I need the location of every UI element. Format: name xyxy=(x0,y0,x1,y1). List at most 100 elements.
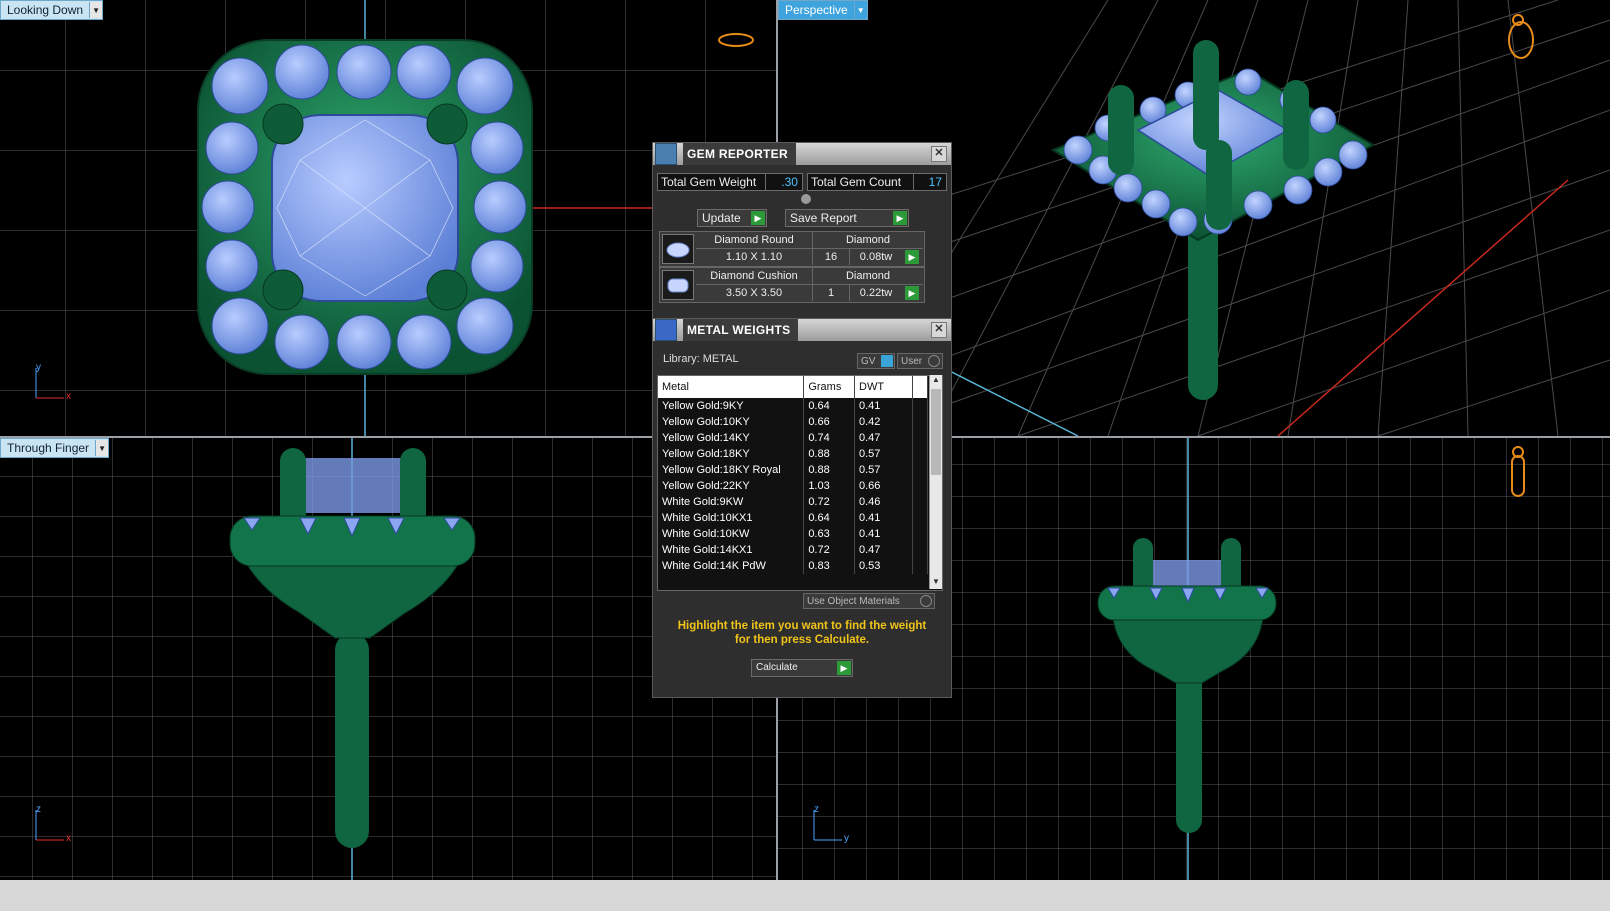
round-gem-icon xyxy=(662,234,694,264)
close-icon[interactable]: ✕ xyxy=(931,322,947,338)
use-object-materials-toggle[interactable]: Use Object Materials xyxy=(803,593,935,609)
toggle-off-icon xyxy=(920,595,932,607)
gem-row[interactable]: Diamond Round Diamond 1.10 X 1.10 16 0.0… xyxy=(659,231,925,267)
cell-dwt: 0.57 xyxy=(854,446,914,462)
cell-grams: 0.72 xyxy=(803,542,855,558)
user-toggle[interactable]: User xyxy=(897,353,943,369)
scroll-down-icon[interactable]: ▼ xyxy=(930,577,942,589)
table-row[interactable]: Yellow Gold:18KY 0.88 0.57 xyxy=(658,446,928,462)
gv-toggle-label: GV xyxy=(861,355,876,367)
cell-spacer xyxy=(912,478,928,494)
cell-metal: Yellow Gold:9KY xyxy=(658,398,805,414)
column-header-dwt[interactable]: DWT xyxy=(854,376,914,398)
play-arrow-icon: ▶ xyxy=(893,211,907,225)
table-row[interactable]: Yellow Gold:9KY 0.64 0.41 xyxy=(658,398,928,414)
table-row[interactable]: White Gold:9KW 0.72 0.46 xyxy=(658,494,928,510)
cell-grams: 0.88 xyxy=(803,462,855,478)
cell-grams: 0.88 xyxy=(803,446,855,462)
viewport-label-looking-down[interactable]: Looking Down ▼ xyxy=(0,0,104,20)
cell-metal: White Gold:10KX1 xyxy=(658,510,805,526)
total-gem-weight-field: Total Gem Weight .30 xyxy=(657,173,803,191)
table-row[interactable]: Yellow Gold:22KY 1.03 0.66 xyxy=(658,478,928,494)
axis-y-label: y xyxy=(844,833,849,844)
cell-metal: Yellow Gold:22KY xyxy=(658,478,805,494)
cushion-gem-icon xyxy=(662,270,694,300)
viewport-label-perspective[interactable]: Perspective ▼ xyxy=(778,0,868,20)
metal-table-wrap: Metal Grams DWT Yellow Gold:9KY 0.64 0.41 Y… xyxy=(657,375,943,591)
chevron-down-icon[interactable]: ▼ xyxy=(853,2,867,18)
column-header-metal[interactable]: Metal xyxy=(658,376,805,398)
play-arrow-icon[interactable]: ▶ xyxy=(905,286,919,300)
update-button-label: Update xyxy=(702,211,741,225)
axis-y-label: y xyxy=(36,362,41,373)
cell-spacer xyxy=(912,526,928,542)
play-arrow-icon: ▶ xyxy=(751,211,765,225)
viewport-label-text: Looking Down xyxy=(7,3,84,17)
cell-spacer xyxy=(912,398,928,414)
gem-row[interactable]: Diamond Cushion Diamond 3.50 X 3.50 1 0.… xyxy=(659,267,925,303)
play-arrow-icon: ▶ xyxy=(837,661,851,675)
status-bar xyxy=(0,880,1610,911)
axis-triad: z y xyxy=(810,804,860,846)
gem-size: 3.50 X 3.50 xyxy=(696,285,813,301)
splitter-handle[interactable] xyxy=(801,194,811,204)
save-report-button-label: Save Report xyxy=(790,211,857,225)
gem-name: Diamond Cushion xyxy=(696,268,813,285)
chevron-down-icon[interactable]: ▼ xyxy=(95,440,109,456)
table-row[interactable]: Yellow Gold:18KY Royal 0.88 0.57 xyxy=(658,462,928,478)
table-row[interactable]: Yellow Gold:14KY 0.74 0.47 xyxy=(658,430,928,446)
metal-weights-titlebar[interactable]: METAL WEIGHTS ✕ xyxy=(653,319,951,341)
table-header-row: Metal Grams DWT xyxy=(658,376,928,398)
table-row[interactable]: White Gold:10KX1 0.64 0.41 xyxy=(658,510,928,526)
axis-triad: z x xyxy=(32,804,82,846)
cell-dwt: 0.41 xyxy=(854,526,914,542)
gem-count: 16 xyxy=(813,249,850,265)
user-toggle-label: User xyxy=(901,355,923,367)
metal-table: Metal Grams DWT Yellow Gold:9KY 0.64 0.41 Y… xyxy=(658,376,928,574)
gv-toggle[interactable]: GV xyxy=(857,353,895,369)
total-gem-weight-label: Total Gem Weight xyxy=(661,175,757,189)
cell-dwt: 0.41 xyxy=(854,398,914,414)
axis-x-label: x xyxy=(66,391,71,402)
metal-weights-title: METAL WEIGHTS xyxy=(683,319,799,341)
table-row[interactable]: Yellow Gold:10KY 0.66 0.42 xyxy=(658,414,928,430)
cell-spacer xyxy=(912,510,928,526)
cell-spacer xyxy=(912,494,928,510)
total-gem-count-field: Total Gem Count 17 xyxy=(806,173,947,191)
metal-weights-panel: METAL WEIGHTS ✕ Library: METAL GV User M… xyxy=(652,318,952,698)
gem-reporter-panel: GEM REPORTER ✕ Total Gem Weight .30 Tota… xyxy=(652,142,952,319)
save-report-button[interactable]: Save Report ▶ xyxy=(785,209,909,227)
table-row[interactable]: White Gold:14KX1 0.72 0.47 xyxy=(658,542,928,558)
close-icon[interactable]: ✕ xyxy=(931,146,947,162)
cell-grams: 0.74 xyxy=(803,430,855,446)
gem-reporter-titlebar[interactable]: GEM REPORTER ✕ xyxy=(653,143,951,165)
gem-weight: 0.22tw xyxy=(859,287,893,299)
cell-spacer xyxy=(912,414,928,430)
gem-reporter-icon xyxy=(655,143,677,165)
calculate-button[interactable]: Calculate ▶ xyxy=(751,659,853,677)
flask-icon xyxy=(655,319,677,341)
column-header-grams[interactable]: Grams xyxy=(803,376,855,398)
cell-grams: 0.72 xyxy=(803,494,855,510)
gem-name: Diamond Round xyxy=(696,232,813,249)
update-button[interactable]: Update ▶ xyxy=(697,209,767,227)
table-row[interactable]: White Gold:10KW 0.63 0.41 xyxy=(658,526,928,542)
toggle-off-icon xyxy=(928,355,940,367)
axis-z-label: z xyxy=(814,804,819,815)
use-object-materials-label: Use Object Materials xyxy=(807,595,900,607)
scroll-up-icon[interactable]: ▲ xyxy=(930,375,942,387)
scrollbar-thumb[interactable] xyxy=(931,389,941,475)
table-row[interactable]: White Gold:14K PdW 0.83 0.53 xyxy=(658,558,928,574)
total-gem-count-value: 17 xyxy=(913,174,946,190)
play-arrow-icon[interactable]: ▶ xyxy=(905,250,919,264)
cell-spacer xyxy=(912,446,928,462)
chevron-down-icon[interactable]: ▼ xyxy=(89,2,103,18)
cell-dwt: 0.42 xyxy=(854,414,914,430)
scrollbar[interactable]: ▲ ▼ xyxy=(929,375,942,589)
gem-size: 1.10 X 1.10 xyxy=(696,249,813,265)
cell-spacer xyxy=(912,558,928,574)
viewport-label-through-finger[interactable]: Through Finger ▼ xyxy=(0,438,110,458)
cell-metal: White Gold:14K PdW xyxy=(658,558,805,574)
cell-spacer xyxy=(912,462,928,478)
cell-dwt: 0.47 xyxy=(854,430,914,446)
